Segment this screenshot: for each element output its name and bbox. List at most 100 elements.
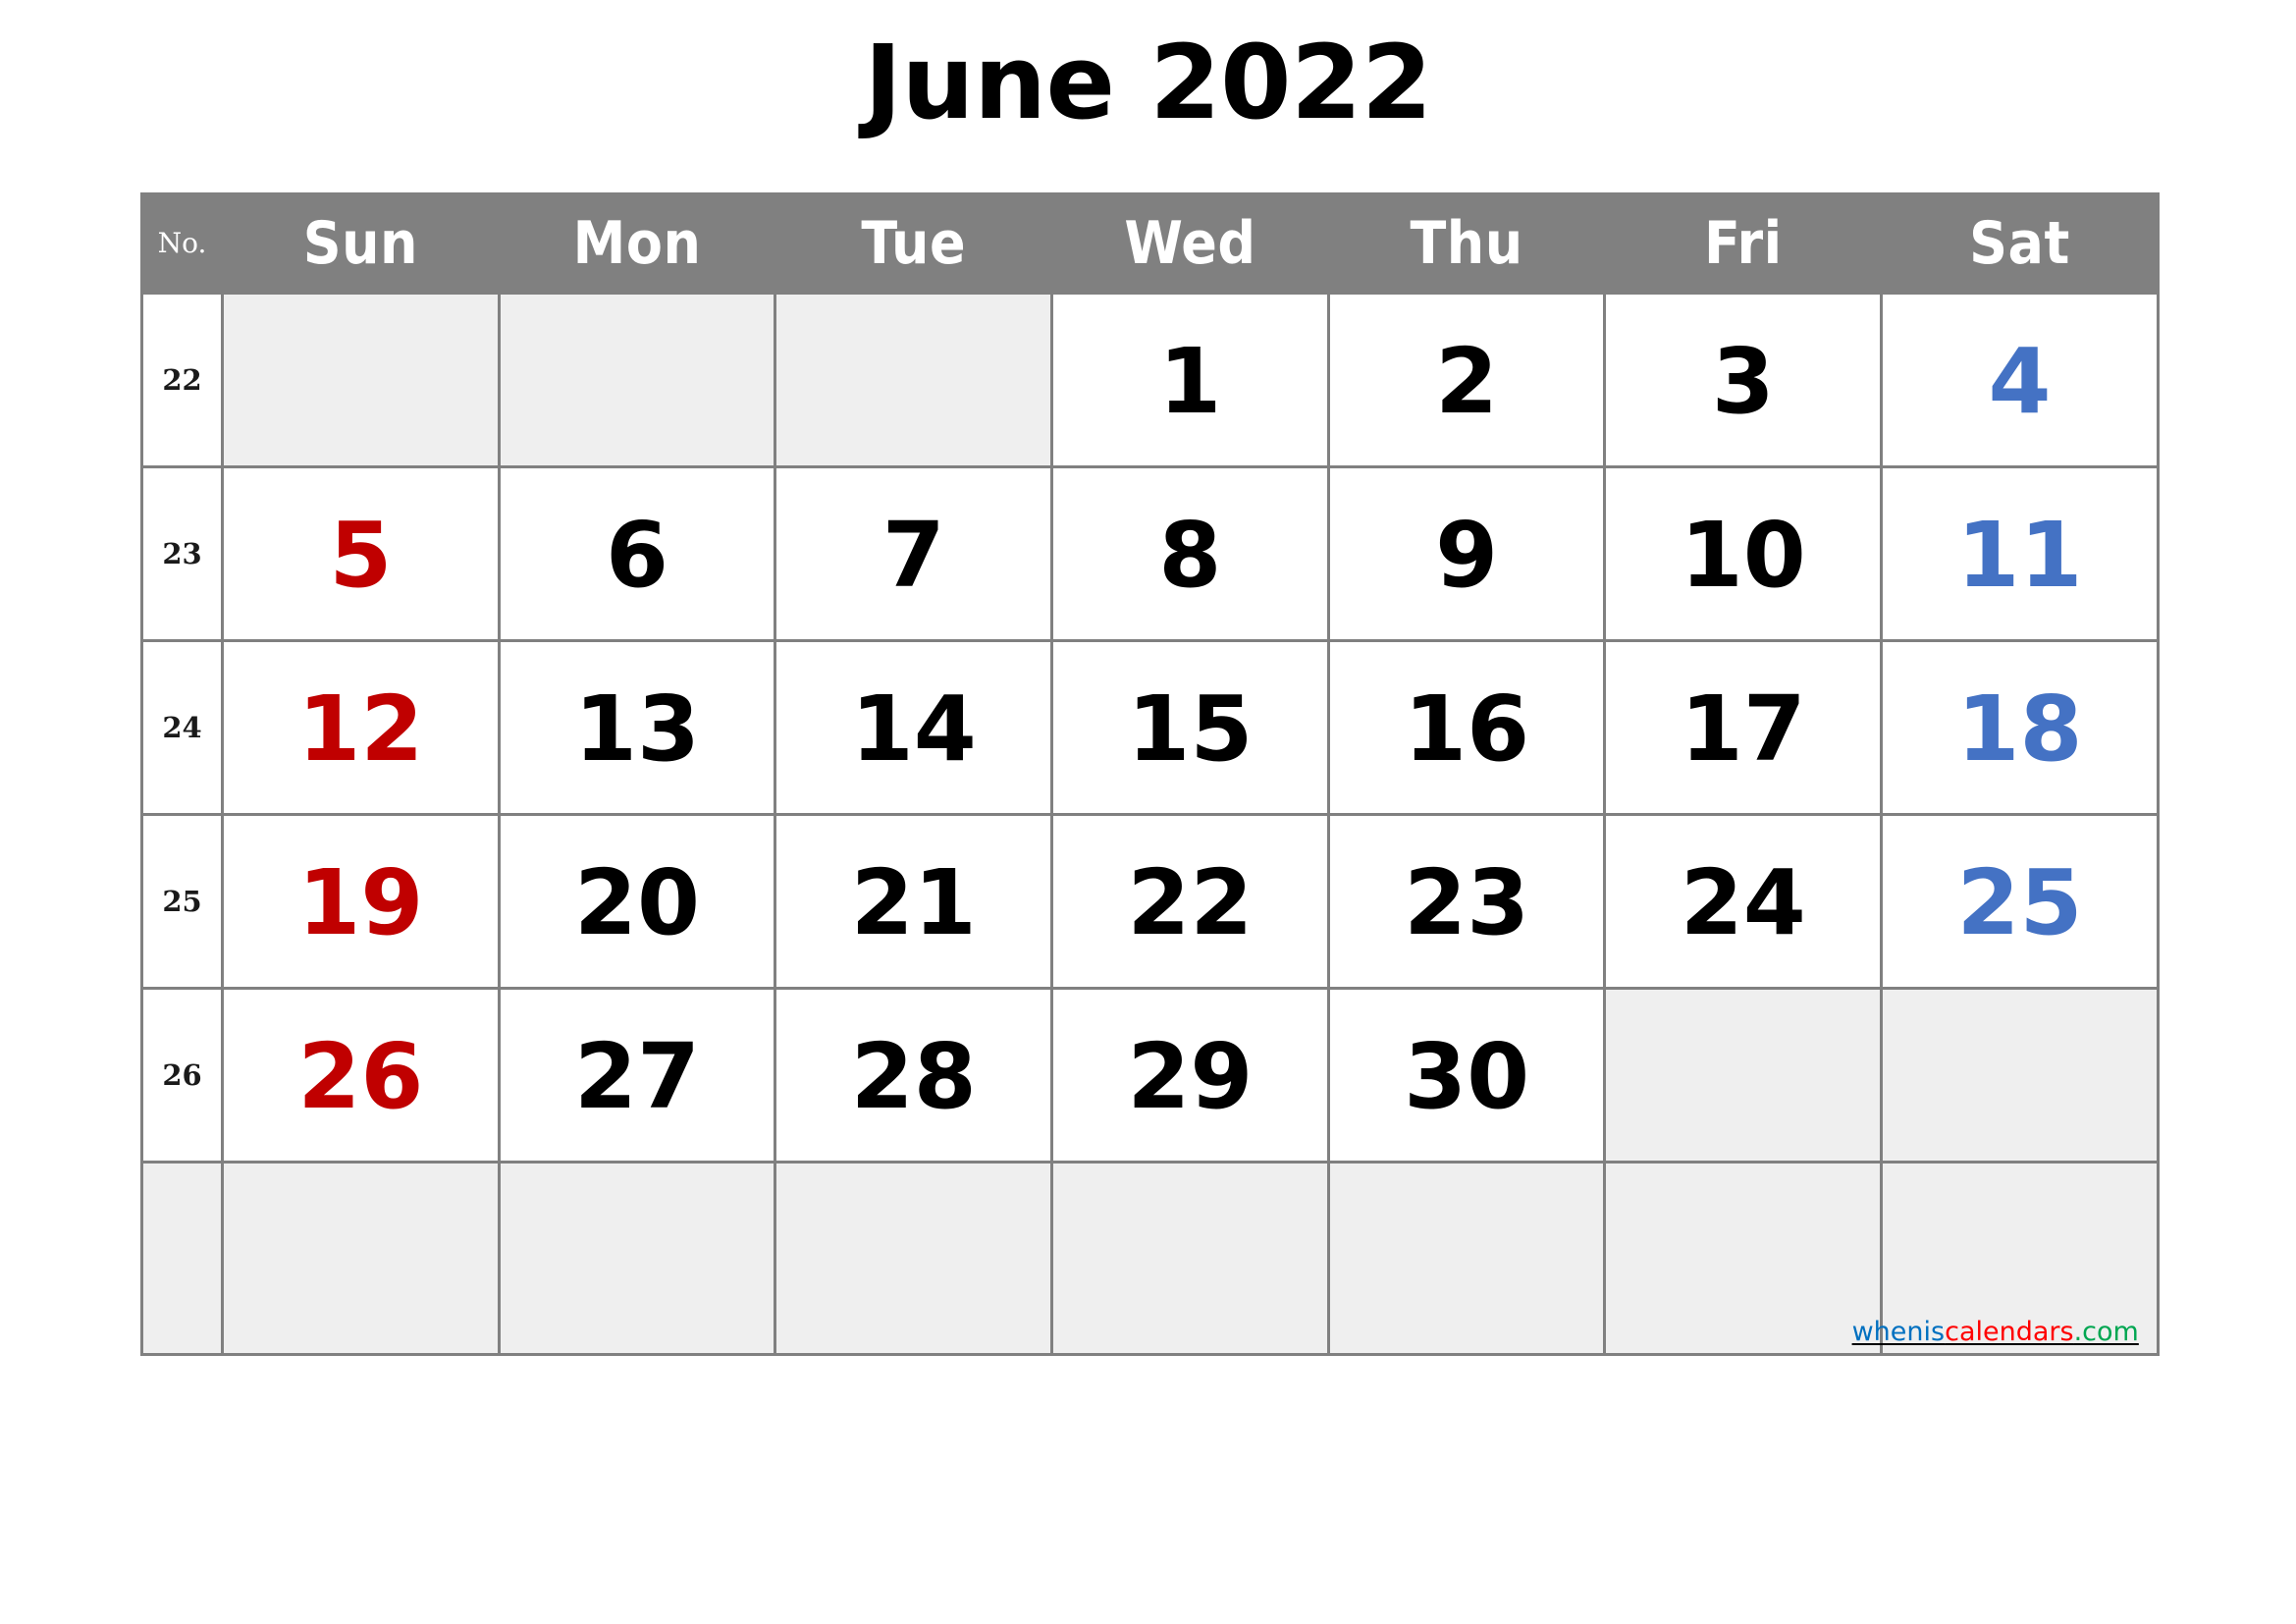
day-number: 12 xyxy=(297,677,424,782)
day-cell[interactable]: 26 xyxy=(221,987,501,1164)
day-number: 19 xyxy=(297,850,424,955)
day-number: 1 xyxy=(1158,329,1222,434)
day-cell[interactable]: 29 xyxy=(1050,987,1330,1164)
day-cell[interactable]: 24 xyxy=(1603,813,1884,990)
trailing-empty-cell xyxy=(221,1161,501,1356)
day-cell[interactable]: 28 xyxy=(774,987,1054,1164)
day-number: 10 xyxy=(1680,503,1806,608)
day-number: 24 xyxy=(1680,850,1806,955)
day-number: 21 xyxy=(850,850,977,955)
day-cell[interactable]: 5 xyxy=(221,465,501,642)
day-number: 3 xyxy=(1711,329,1775,434)
week-row: 24 12 13 14 15 16 17 18 xyxy=(140,639,2160,816)
day-cell[interactable]: 25 xyxy=(1880,813,2160,990)
week-number-cell: 26 xyxy=(140,987,224,1164)
week-number-cell: 22 xyxy=(140,292,224,468)
calendar-page: June 2022 No. Sun Mon Tue Wed Thu Fri Sa… xyxy=(0,0,2296,1624)
day-cell[interactable]: 7 xyxy=(774,465,1054,642)
day-number: 4 xyxy=(1988,329,2052,434)
week-number-column-header: No. xyxy=(140,192,224,295)
day-cell[interactable]: 14 xyxy=(774,639,1054,816)
day-cell[interactable]: 6 xyxy=(497,465,777,642)
day-cell[interactable]: 13 xyxy=(497,639,777,816)
week-number-cell: 24 xyxy=(140,639,224,816)
day-cell[interactable]: 10 xyxy=(1603,465,1884,642)
day-header-sun: Sun xyxy=(221,192,501,295)
day-number: 23 xyxy=(1404,850,1530,955)
day-cell[interactable]: 9 xyxy=(1326,465,1607,642)
day-cell[interactable]: 12 xyxy=(221,639,501,816)
day-cell[interactable]: 21 xyxy=(774,813,1054,990)
day-cell[interactable]: 11 xyxy=(1880,465,2160,642)
day-header-fri: Fri xyxy=(1603,192,1884,295)
day-number: 5 xyxy=(329,503,393,608)
day-header-wed: Wed xyxy=(1050,192,1330,295)
day-number: 22 xyxy=(1127,850,1254,955)
watermark-part-3: .com xyxy=(2073,1317,2139,1347)
day-number: 30 xyxy=(1404,1024,1530,1129)
trailing-empty-cell xyxy=(1326,1161,1607,1356)
day-number: 6 xyxy=(606,503,669,608)
week-row: 25 19 20 21 22 23 24 25 xyxy=(140,813,2160,990)
calendar-body: 22 1 2 3 4 23 5 6 7 8 9 10 11 24 12 13 14 15 16 17 18 25 19 20 2… xyxy=(140,292,2160,1356)
watermark-link[interactable]: wheniscalendars.com xyxy=(1852,1319,2139,1345)
week-number-cell: 23 xyxy=(140,465,224,642)
empty-day-cell xyxy=(1880,987,2160,1164)
day-cell[interactable]: 2 xyxy=(1326,292,1607,468)
day-number: 20 xyxy=(574,850,701,955)
day-number: 2 xyxy=(1435,329,1499,434)
day-cell[interactable]: 27 xyxy=(497,987,777,1164)
day-number: 8 xyxy=(1158,503,1222,608)
day-number: 29 xyxy=(1127,1024,1254,1129)
day-number: 28 xyxy=(850,1024,977,1129)
watermark-part-2: calendars xyxy=(1945,1317,2074,1347)
trailing-empty-cell xyxy=(774,1161,1054,1356)
watermark-part-1: whenis xyxy=(1851,1317,1946,1347)
page-title: June 2022 xyxy=(864,23,1432,142)
day-cell[interactable]: 23 xyxy=(1326,813,1607,990)
day-header-tue: Tue xyxy=(774,192,1054,295)
trailing-empty-cell xyxy=(1050,1161,1330,1356)
trailing-week-number-cell xyxy=(140,1161,224,1356)
calendar-table: No. Sun Mon Tue Wed Thu Fri Sat 22 1 2 3 4 23… xyxy=(140,192,2160,1356)
header-row: No. Sun Mon Tue Wed Thu Fri Sat xyxy=(140,192,2160,295)
day-number: 18 xyxy=(1956,677,2083,782)
calendar-header: No. Sun Mon Tue Wed Thu Fri Sat xyxy=(140,192,2160,295)
day-cell[interactable]: 8 xyxy=(1050,465,1330,642)
day-number: 27 xyxy=(574,1024,701,1129)
week-row: 26 26 27 28 29 30 xyxy=(140,987,2160,1164)
empty-day-cell xyxy=(497,292,777,468)
day-cell[interactable]: 20 xyxy=(497,813,777,990)
day-cell[interactable]: 22 xyxy=(1050,813,1330,990)
trailing-empty-cell xyxy=(1603,1161,1884,1356)
week-row: 22 1 2 3 4 xyxy=(140,292,2160,468)
day-header-thu: Thu xyxy=(1326,192,1607,295)
day-cell[interactable]: 19 xyxy=(221,813,501,990)
day-number: 11 xyxy=(1956,503,2083,608)
day-header-mon: Mon xyxy=(497,192,777,295)
week-number-cell: 25 xyxy=(140,813,224,990)
day-number: 25 xyxy=(1956,850,2083,955)
empty-day-cell xyxy=(1603,987,1884,1164)
day-number: 17 xyxy=(1680,677,1806,782)
day-number: 9 xyxy=(1435,503,1499,608)
day-cell[interactable]: 30 xyxy=(1326,987,1607,1164)
day-number: 16 xyxy=(1404,677,1530,782)
day-number: 14 xyxy=(850,677,977,782)
empty-day-cell xyxy=(774,292,1054,468)
day-number: 15 xyxy=(1127,677,1254,782)
day-header-sat: Sat xyxy=(1880,192,2160,295)
day-cell[interactable]: 4 xyxy=(1880,292,2160,468)
day-cell[interactable]: 16 xyxy=(1326,639,1607,816)
day-cell[interactable]: 17 xyxy=(1603,639,1884,816)
day-number: 7 xyxy=(881,503,945,608)
day-cell[interactable]: 3 xyxy=(1603,292,1884,468)
trailing-empty-cell: wheniscalendars.com xyxy=(1852,1161,2160,1356)
day-number: 26 xyxy=(297,1024,424,1129)
day-cell[interactable]: 18 xyxy=(1880,639,2160,816)
trailing-row: wheniscalendars.com xyxy=(140,1161,2160,1356)
empty-day-cell xyxy=(221,292,501,468)
day-cell[interactable]: 1 xyxy=(1050,292,1330,468)
day-cell[interactable]: 15 xyxy=(1050,639,1330,816)
trailing-empty-cell xyxy=(497,1161,777,1356)
